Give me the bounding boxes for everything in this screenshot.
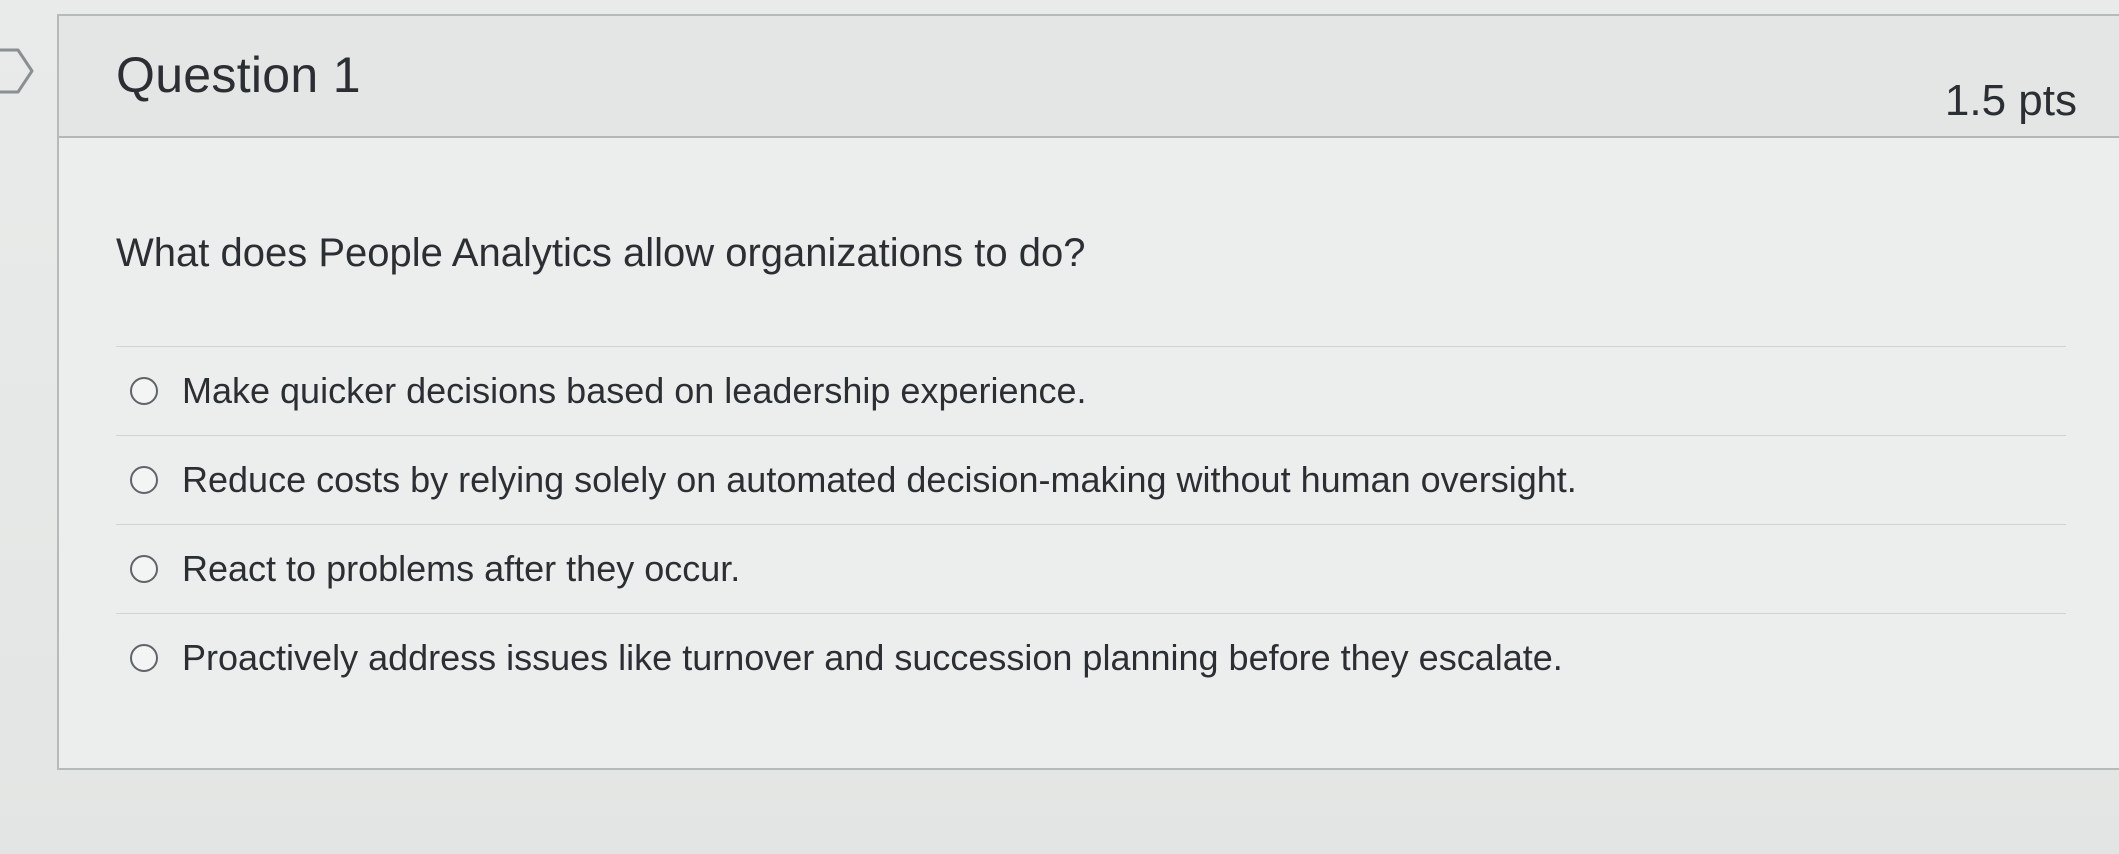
radio-unchecked-icon[interactable] bbox=[130, 466, 158, 494]
answer-label: Make quicker decisions based on leadersh… bbox=[182, 370, 1087, 411]
question-header: Question 1 1.5 pts bbox=[59, 16, 2119, 138]
radio-unchecked-icon[interactable] bbox=[130, 377, 158, 405]
answer-option-3[interactable]: React to problems after they occur. bbox=[116, 525, 2066, 614]
answer-option-4[interactable]: Proactively address issues like turnover… bbox=[116, 614, 2066, 702]
answer-list: Make quicker decisions based on leadersh… bbox=[116, 346, 2066, 702]
answer-label: Reduce costs by relying solely on automa… bbox=[182, 459, 1577, 500]
answer-label: Proactively address issues like turnover… bbox=[182, 637, 1563, 678]
answer-option-2[interactable]: Reduce costs by relying solely on automa… bbox=[116, 436, 2066, 525]
radio-unchecked-icon[interactable] bbox=[130, 555, 158, 583]
answer-label: React to problems after they occur. bbox=[182, 548, 741, 589]
question-card: Question 1 1.5 pts What does People Anal… bbox=[57, 14, 2119, 770]
radio-unchecked-icon[interactable] bbox=[130, 644, 158, 672]
question-text: What does People Analytics allow organiz… bbox=[116, 231, 1086, 275]
question-points: 1.5 pts bbox=[1944, 76, 2077, 125]
question-title: Question 1 bbox=[116, 47, 361, 103]
answer-option-1[interactable]: Make quicker decisions based on leadersh… bbox=[116, 347, 2066, 436]
collapse-question-arrow-icon[interactable] bbox=[0, 40, 34, 102]
